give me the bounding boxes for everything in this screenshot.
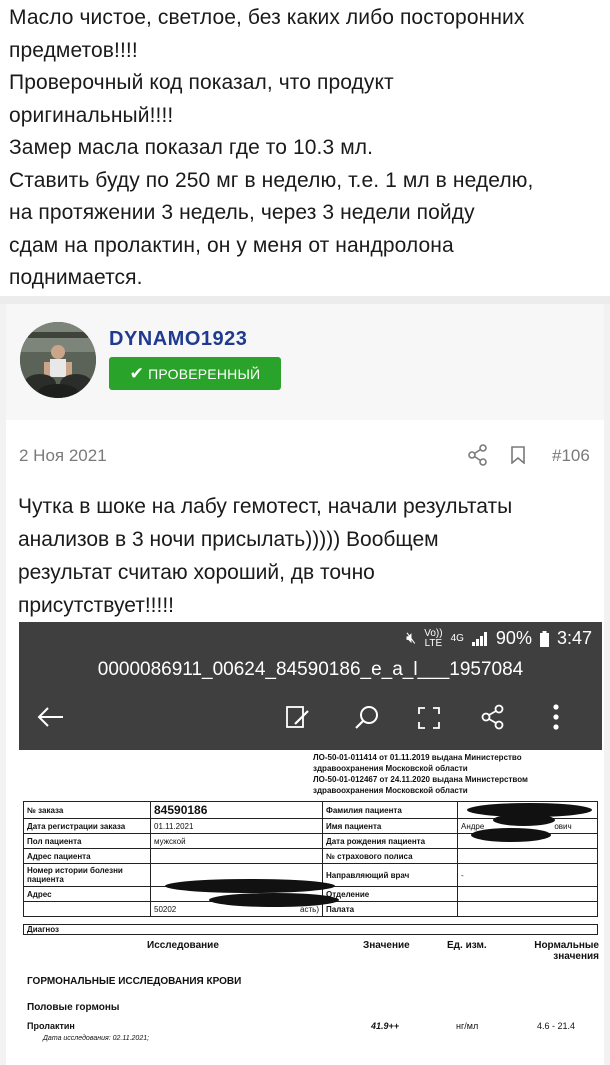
file-title: 0000086911_00624_84590186_e_a_l___195708…	[19, 656, 602, 684]
battery-icon	[539, 630, 549, 647]
test-date: Дата исследования: 02.11.2021;	[43, 1035, 150, 1042]
license-line: здравоохранения Московской области	[313, 764, 468, 773]
verified-badge: ✔ ПРОВЕРЕННЫЙ	[109, 357, 281, 390]
subsection-title: Половые гормоны	[27, 1002, 120, 1013]
search-icon[interactable]	[354, 704, 380, 730]
post-separator	[0, 296, 610, 304]
share-icon[interactable]	[468, 444, 488, 466]
network-indicator: 4G	[450, 632, 464, 644]
column-header-value: Значение	[363, 940, 410, 951]
text-line: предметов!!!!	[9, 38, 138, 62]
doctor-value: -	[457, 863, 598, 887]
reg-date-value: 01.11.2021	[150, 818, 323, 834]
text-line: Проверочный код показал, что продукт	[9, 71, 394, 94]
avatar[interactable]	[20, 322, 96, 398]
address-label: Адрес	[23, 886, 151, 902]
redaction-mark	[471, 828, 551, 842]
text-line: на протяжении 3 недель, через 3 недели п…	[9, 201, 475, 224]
column-header-test: Исследование	[147, 940, 219, 951]
expand-icon[interactable]	[417, 706, 441, 730]
mute-icon: 🔇︎	[406, 629, 417, 647]
post-card: 2 Ноя 2021 #106 Чутка в шоке на лабу гем…	[6, 420, 604, 1065]
department-value	[457, 886, 598, 902]
test-unit: нг/мл	[456, 1021, 479, 1031]
text-line: Ставить буду по 250 мг в неделю, т.е. 1 …	[9, 168, 534, 192]
author-username[interactable]: DYNAMO1923	[109, 328, 247, 351]
previous-post-body: Масло чистое, светлое, без каких либо по…	[9, 2, 609, 295]
attached-screenshot[interactable]: 🔇︎ Vo)) LTE 4G 90% 3:47 0000086911_00624…	[19, 622, 602, 1065]
license-text: ЛО-50-01-011414 от 01.11.2019 выдана Мин…	[313, 752, 528, 796]
text-line: анализов в 3 ночи присылать))))) Вообщем	[18, 528, 439, 551]
reg-date-label: Дата регистрации заказа	[23, 818, 151, 834]
column-header-unit: Ед. изм.	[447, 940, 487, 951]
redaction-mark	[165, 879, 335, 893]
viewer-toolbar	[19, 684, 602, 750]
battery-percent: 90%	[495, 628, 532, 648]
text-line: Чутка в шоке на лабу гемотест, начали ре…	[18, 495, 513, 518]
redaction-mark	[209, 893, 339, 907]
department-label: Отделение	[322, 886, 458, 902]
license-line: здравоохранения Московской области	[313, 786, 468, 795]
text-line: оригинальный!!!!	[9, 103, 174, 127]
clock: 3:47	[556, 628, 592, 648]
address-patient-label: Адрес пациента	[23, 848, 151, 864]
policy-value	[457, 848, 598, 864]
order-label: № заказа	[23, 801, 151, 819]
ward-value	[457, 901, 598, 917]
back-arrow-icon[interactable]	[37, 706, 65, 728]
post-number-link[interactable]: #106	[552, 446, 590, 466]
doctor-label: Направляющий врач	[322, 863, 458, 887]
address-partial: 50202	[154, 904, 177, 914]
verified-badge-label: ПРОВЕРЕННЫЙ	[148, 365, 261, 382]
patronymic-partial: ович	[554, 821, 572, 831]
text-line: Масло чистое, светлое, без каких либо по…	[9, 6, 525, 29]
volte-indicator: Vo)) LTE	[424, 627, 443, 649]
redaction-mark	[493, 814, 555, 826]
test-name: Пролактин	[27, 1021, 75, 1031]
text-line: сдам на пролактин, он у меня от нандроло…	[9, 233, 454, 257]
order-value: 84590186	[150, 801, 323, 819]
post-date[interactable]: 2 Ноя 2021	[19, 446, 107, 466]
order-number: 84590186	[154, 803, 208, 817]
gender-value: мужской	[150, 833, 323, 849]
policy-label: № страхового полиса	[322, 848, 458, 864]
section-title: ГОРМОНАЛЬНЫЕ ИССЛЕДОВАНИЯ КРОВИ	[27, 976, 242, 987]
diagnosis-label: Диагноз	[23, 924, 598, 935]
column-header-norm: Нормальные значения	[534, 940, 599, 962]
license-line: ЛО-50-01-011414 от 01.11.2019 выдана Мин…	[313, 753, 522, 762]
share-icon[interactable]	[481, 704, 505, 730]
text-line: присутствует!!!!!	[18, 594, 175, 617]
phone-status-bar: 🔇︎ Vo)) LTE 4G 90% 3:47	[19, 622, 602, 656]
license-line: ЛО-50-01-012467 от 24.11.2020 выдана Мин…	[313, 775, 528, 784]
ward-label: Палата	[322, 901, 458, 917]
text-line: результат считаю хороший, дв точно	[18, 561, 375, 584]
previous-post-text-block: Масло чистое, светлое, без каких либо по…	[0, 0, 610, 296]
name-label: Имя пациента	[322, 818, 458, 834]
address-continued-label	[23, 901, 151, 917]
bookmark-icon[interactable]	[511, 446, 525, 464]
avatar-photo-icon	[20, 322, 96, 398]
name-partial: Андре	[461, 821, 485, 831]
test-value: 41.9++	[371, 1021, 400, 1031]
edit-icon[interactable]	[285, 704, 311, 730]
signal-icon	[471, 631, 487, 646]
address-patient-value	[150, 848, 323, 864]
checkmark-icon: ✔	[129, 363, 145, 383]
surname-label: Фамилия пациента	[322, 801, 458, 819]
text-line: Замер масла показал где то 10.3 мл.	[9, 136, 374, 159]
post-body: Чутка в шоке на лабу гемотест, начали ре…	[18, 490, 512, 622]
test-norm: 4.6 - 21.4	[537, 1021, 576, 1031]
author-block: DYNAMO1923 ✔ ПРОВЕРЕННЫЙ	[6, 304, 604, 420]
more-options-icon[interactable]	[552, 704, 560, 730]
text-line: поднимается.	[9, 266, 143, 289]
table-row: Адрес пациента № страхового полиса	[23, 848, 598, 864]
birth-label: Дата рождения пациента	[322, 833, 458, 849]
history-label: Номер истории болезни пациента	[23, 863, 151, 887]
lab-report-document: ЛО-50-01-011414 от 01.11.2019 выдана Мин…	[19, 750, 602, 1065]
gender-label: Пол пациента	[23, 833, 151, 849]
